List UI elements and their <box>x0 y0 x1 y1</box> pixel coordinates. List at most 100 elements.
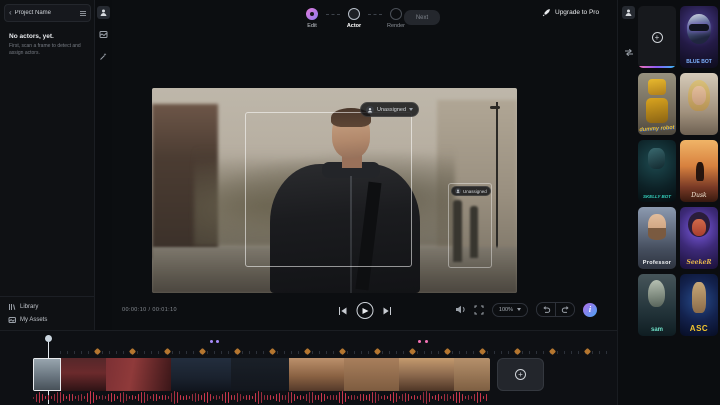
keyframe-diamond[interactable] <box>409 348 416 355</box>
waveform-bar <box>384 395 385 400</box>
sidebar-item-library[interactable]: Library <box>8 303 38 311</box>
actor-library-tab[interactable] <box>622 6 635 19</box>
assignment-dropdown-secondary[interactable]: Unassigned <box>451 186 491 196</box>
waveform-bar <box>51 396 52 399</box>
timeline-frame[interactable] <box>344 358 399 391</box>
waveform-bar <box>135 396 136 399</box>
keyframe-diamond[interactable] <box>164 348 171 355</box>
video-track[interactable] <box>33 358 490 391</box>
keyframe-diamond[interactable] <box>339 348 346 355</box>
audio-waveform[interactable] <box>33 391 491 404</box>
keyframe-diamond[interactable] <box>584 348 591 355</box>
play-icon <box>362 308 368 314</box>
frames-icon <box>99 30 108 39</box>
keyframe-diamond[interactable] <box>374 348 381 355</box>
upgrade-to-pro-button[interactable]: Upgrade to Pro <box>542 8 599 17</box>
actor-card-asc[interactable]: ASC <box>680 274 718 336</box>
timeline-marker-dot[interactable] <box>216 340 219 343</box>
back-chevron-icon[interactable]: ‹ <box>9 9 12 17</box>
timeline-frame[interactable] <box>171 358 231 391</box>
video-preview[interactable]: Unassigned Unassigned <box>152 88 517 293</box>
assignment-dropdown-primary[interactable]: Unassigned <box>360 102 419 117</box>
waveform-bar <box>249 395 250 400</box>
timeline-frame[interactable] <box>61 358 106 391</box>
actor-name: sam <box>638 327 676 333</box>
keyframe-diamond[interactable] <box>94 348 101 355</box>
zoom-level-dropdown[interactable]: 100% <box>492 303 528 317</box>
sidebar-item-my-assets[interactable]: My Assets <box>8 316 47 324</box>
actor-card-skelly-bot[interactable]: SKELLY BOT <box>638 140 676 202</box>
actor-card-woman[interactable] <box>680 73 718 135</box>
timeline-frame[interactable] <box>399 358 454 391</box>
keyframe-diamond[interactable] <box>129 348 136 355</box>
timeline-frame[interactable] <box>231 358 289 391</box>
waveform-bar <box>429 393 430 402</box>
keyframe-diamond[interactable] <box>199 348 206 355</box>
waveform-bar <box>180 395 181 400</box>
step-actor[interactable]: Actor <box>340 8 368 29</box>
waveform-bar <box>309 392 310 403</box>
actor-card-sam[interactable]: sam <box>638 274 676 336</box>
waveform-bar <box>456 392 457 404</box>
waveform-bar <box>471 396 472 398</box>
waveform-bar <box>228 392 229 403</box>
project-menu-icon[interactable] <box>80 11 86 16</box>
timeline-frame[interactable] <box>454 358 490 391</box>
undo-button[interactable] <box>537 303 555 316</box>
info-button[interactable]: i <box>583 303 597 317</box>
add-clip-button[interactable]: + <box>497 358 544 391</box>
keyframe-diamond[interactable] <box>269 348 276 355</box>
next-button[interactable]: Next <box>404 10 440 25</box>
timeline[interactable]: + <box>0 330 617 405</box>
waveform-bar <box>171 393 172 402</box>
waveform-bar <box>315 395 316 400</box>
keyframe-diamond[interactable] <box>514 348 521 355</box>
fit-to-screen-button[interactable] <box>474 305 484 315</box>
waveform-bar <box>33 397 34 399</box>
actor-card-dummy-robot[interactable]: dummy robot <box>638 73 676 135</box>
step-edit-circle <box>306 8 318 20</box>
waveform-bar <box>201 395 202 399</box>
keyframe-diamond[interactable] <box>444 348 451 355</box>
waveform-bar <box>303 396 304 398</box>
waveform-bar <box>486 394 487 401</box>
volume-button[interactable] <box>455 305 466 314</box>
frames-tool-button[interactable] <box>97 28 110 41</box>
waveform-bar <box>105 396 106 398</box>
timeline-marker-dot[interactable] <box>425 340 428 343</box>
timeline-frame[interactable] <box>289 358 344 391</box>
timeline-marker-dot[interactable] <box>210 340 213 343</box>
timeline-frame[interactable] <box>33 358 61 391</box>
keyframe-diamond[interactable] <box>479 348 486 355</box>
play-button[interactable] <box>356 302 373 319</box>
actor-card-seeker[interactable]: SeekeR <box>680 207 718 269</box>
waveform-bar <box>345 393 346 403</box>
waveform-bar <box>324 394 325 401</box>
keyframe-diamond[interactable] <box>304 348 311 355</box>
person-icon <box>624 8 633 17</box>
skip-back-button[interactable] <box>337 306 347 316</box>
redo-button[interactable] <box>556 303 574 316</box>
detection-box-primary[interactable] <box>245 112 412 267</box>
add-actor-card[interactable]: + <box>638 6 676 68</box>
waveform-bar <box>423 392 424 403</box>
retarget-tab[interactable] <box>622 46 635 59</box>
scan-actors-tool-button[interactable] <box>97 6 110 19</box>
step-edit[interactable]: Edit <box>298 8 326 29</box>
waveform-bar <box>45 396 46 398</box>
waveform-bar <box>147 394 148 401</box>
timeline-marker-dot[interactable] <box>418 340 421 343</box>
actor-card-dusk[interactable]: Dusk <box>680 140 718 202</box>
waveform-bar <box>129 396 130 398</box>
project-bar[interactable]: ‹ Project Name <box>4 4 91 22</box>
actor-card-blue-bot[interactable]: BLUE BOT <box>680 6 718 68</box>
keyframe-diamond[interactable] <box>234 348 241 355</box>
actor-card-professor[interactable]: Professor <box>638 207 676 269</box>
waveform-bar <box>312 392 313 402</box>
keyframe-diamond[interactable] <box>549 348 556 355</box>
magic-tools-button[interactable] <box>97 50 110 63</box>
step-edit-label: Edit <box>307 23 316 29</box>
timeline-frame[interactable] <box>106 358 171 391</box>
waveform-bar <box>198 394 199 400</box>
skip-forward-button[interactable] <box>382 306 392 316</box>
